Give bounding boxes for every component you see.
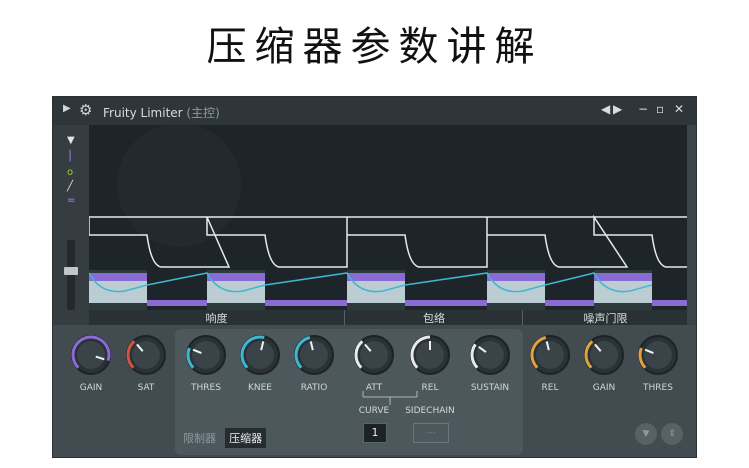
- pencil-tool-icon[interactable]: ╱: [67, 181, 73, 192]
- zoom-slider-knob[interactable]: [64, 267, 78, 275]
- headline: 压缩器参数讲解: [206, 24, 543, 70]
- gate-thres-knob[interactable]: [638, 335, 678, 375]
- close-icon[interactable]: ✕: [674, 102, 684, 116]
- maximize-icon[interactable]: ▫: [656, 102, 664, 116]
- minimize-icon[interactable]: −: [638, 102, 648, 116]
- gate-gain-knob[interactable]: [584, 335, 624, 375]
- tab-limiter[interactable]: 限制器: [179, 428, 220, 448]
- prev-preset-icon[interactable]: ◀: [601, 102, 610, 116]
- purple-release-bar: [405, 300, 487, 306]
- band-loudness: 响度: [205, 312, 228, 325]
- tab-compressor[interactable]: 压缩器: [225, 428, 267, 448]
- plugin-name: Fruity Limiter: [103, 106, 183, 120]
- scroll-updown-icon[interactable]: ⇕: [661, 423, 683, 445]
- gear-icon[interactable]: ⚙: [79, 101, 92, 119]
- purple-level-bar: [207, 273, 265, 281]
- circle-tool-icon[interactable]: o: [67, 167, 73, 178]
- curve-selector[interactable]: 1: [363, 423, 387, 443]
- gate-rel-knob[interactable]: [530, 335, 570, 375]
- window-title: Fruity Limiter (主控): [103, 104, 220, 121]
- sat-knob[interactable]: [126, 335, 166, 375]
- plugin-subtitle: (主控): [186, 106, 220, 120]
- envelope-graph-svg: [88, 123, 687, 310]
- gain-label: GAIN: [79, 383, 103, 393]
- purple-level-bar: [347, 273, 405, 281]
- gain-knob[interactable]: [71, 335, 111, 375]
- purple-level-bar: [89, 273, 147, 281]
- purple-release-bar: [652, 300, 687, 306]
- thres-label: THRES: [191, 383, 221, 393]
- purple-release-bar: [265, 300, 347, 306]
- title-bar: ▶ ⚙ Fruity Limiter (主控) ◀ ▶ − ▫ ✕: [53, 97, 696, 125]
- ratio-label: RATIO: [300, 383, 328, 393]
- envelope-graph: [88, 123, 687, 310]
- curve-label: CURVE: [358, 406, 390, 416]
- att-knob[interactable]: [354, 335, 394, 375]
- mode-tabs: 限制器 压缩器: [179, 427, 267, 448]
- sustain-knob[interactable]: [470, 335, 510, 375]
- line-tool-icon[interactable]: │: [67, 151, 73, 162]
- gate-rel-label: REL: [541, 383, 559, 393]
- rel-knob[interactable]: [410, 335, 450, 375]
- equal-tool-icon[interactable]: =: [67, 195, 75, 206]
- thres-knob[interactable]: [186, 335, 226, 375]
- rel-label: REL: [421, 383, 439, 393]
- sidechain-selector[interactable]: ---: [413, 423, 449, 443]
- zoom-slider-track[interactable]: [67, 240, 75, 310]
- band-envelope: 包络: [344, 310, 523, 326]
- sustain-label: SUSTAIN: [470, 383, 510, 393]
- scroll-down-icon[interactable]: ▼: [635, 423, 657, 445]
- sat-label: SAT: [137, 383, 155, 393]
- gate-gain-label: GAIN: [592, 383, 616, 393]
- purple-level-bar: [487, 273, 545, 281]
- band-noise-gate: 噪声门限: [522, 310, 688, 326]
- ratio-knob[interactable]: [294, 335, 334, 375]
- gate-thres-label: THRES: [643, 383, 673, 393]
- menu-arrow-icon[interactable]: ▶: [63, 103, 71, 114]
- sidechain-label: SIDECHAIN: [405, 406, 455, 416]
- next-preset-icon[interactable]: ▶: [613, 102, 622, 116]
- att-label: ATT: [365, 383, 383, 393]
- knee-label: KNEE: [247, 383, 272, 393]
- dropdown-arrow-icon[interactable]: ▼: [67, 135, 75, 146]
- knee-knob[interactable]: [240, 335, 280, 375]
- band-header: 响度 包络 噪声门限: [89, 310, 688, 326]
- plugin-window: ▶ ⚙ Fruity Limiter (主控) ◀ ▶ − ▫ ✕ ▼ │ o …: [52, 96, 697, 458]
- purple-level-bar: [594, 273, 652, 281]
